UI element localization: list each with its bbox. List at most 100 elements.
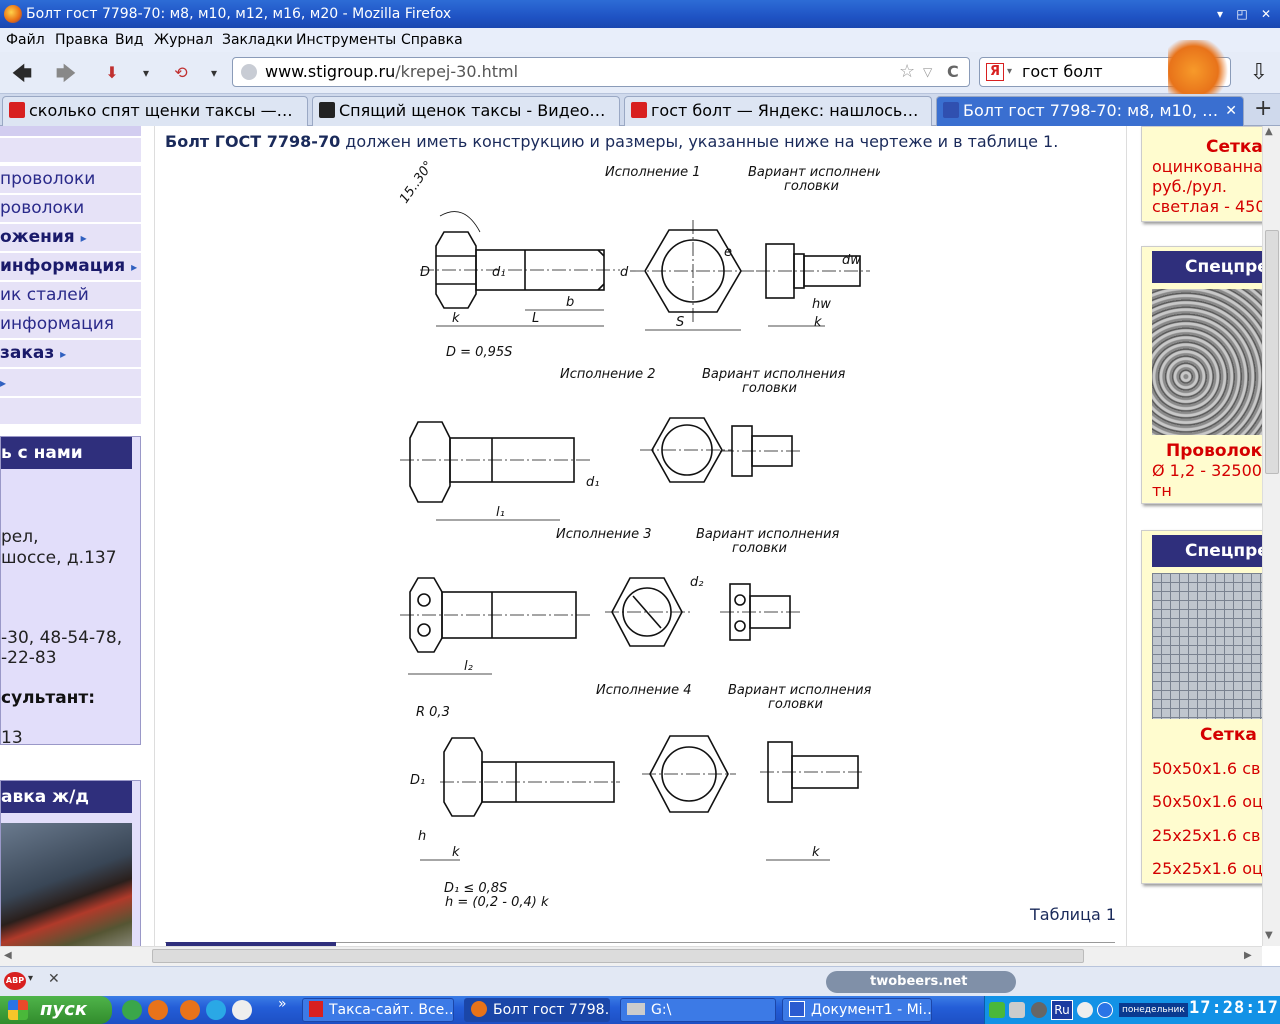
tab-puppy-video[interactable]: Спящий щенок таксы - Видео…	[312, 96, 620, 126]
skype-icon[interactable]	[206, 1000, 226, 1020]
left-nav-item-8[interactable]: ▸	[0, 369, 141, 396]
arrow-right-icon: ▸	[80, 231, 87, 245]
tray-icon-5[interactable]	[1077, 1002, 1093, 1018]
left-nav-item-6[interactable]: информация	[0, 311, 141, 338]
menu-history[interactable]: Журнал	[154, 28, 213, 52]
scroll-left-icon[interactable]: ◀	[4, 950, 12, 961]
history-dropdown-icon[interactable]: ▾	[133, 60, 159, 86]
label-formula-D1: D₁ ≤ 0,8S	[444, 881, 507, 896]
tray-icon-3[interactable]	[1031, 1002, 1047, 1018]
tray-icon-1[interactable]	[989, 1002, 1005, 1018]
label-head-variant-1b: головки	[784, 179, 839, 194]
language-indicator[interactable]: Ru	[1051, 1000, 1073, 1020]
dropdown-icon[interactable]: ▾	[201, 60, 227, 86]
label-variant-3: Исполнение 3	[556, 527, 651, 542]
search-input[interactable]: гост болт	[1022, 58, 1103, 86]
menu-tools[interactable]: Инструменты	[296, 28, 396, 52]
taskbar-item-word[interactable]: Документ1 - Mi…	[782, 998, 932, 1022]
scroll-up-icon[interactable]: ▲	[1265, 126, 1273, 137]
stop-icon[interactable]: ⬇	[99, 60, 125, 86]
firefox-quicklaunch-icon[interactable]	[148, 1000, 168, 1020]
label-head-variant-4: Вариант исполнения	[728, 683, 872, 698]
menu-view[interactable]: Вид	[115, 28, 143, 52]
promo-box-3[interactable]: Спецпре Сетка с 50x50x1.6 св 50x50x1.6 о…	[1141, 530, 1264, 884]
close-button[interactable]: ✕	[1256, 4, 1276, 24]
label-head-variant-1: Вариант исполнения	[748, 165, 880, 180]
promo-2-header: Спецпре	[1152, 251, 1263, 283]
adblock-icon[interactable]: ABP	[4, 972, 26, 990]
menu-bookmarks[interactable]: Закладки	[222, 28, 293, 52]
promo-3-title: Сетка с	[1200, 725, 1263, 745]
yandex-engine-icon[interactable]: Я	[986, 63, 1004, 81]
taskbar-item-pdf[interactable]: Такса-сайт. Все…	[302, 998, 454, 1022]
left-nav-item-2[interactable]: роволоки	[0, 195, 141, 222]
url-domain: www.stigroup.ru	[265, 62, 396, 81]
promo-box-1[interactable]: Сетка оцинкованна руб./рул. светлая - 45…	[1141, 126, 1264, 222]
adblock-dropdown-icon[interactable]: ▾	[28, 973, 33, 984]
restore-button[interactable]: ◰	[1232, 4, 1252, 24]
tab-bolt-gost[interactable]: Болт гост 7798-70: м8, м10, … ✕	[936, 96, 1244, 126]
left-nav-item-4[interactable]: информация ▸	[0, 253, 141, 280]
menu-help[interactable]: Справка	[401, 28, 463, 52]
windows-logo-icon	[8, 1000, 28, 1020]
start-button[interactable]: пуск	[0, 996, 112, 1024]
left-nav-item-3[interactable]: ожения ▸	[0, 224, 141, 251]
title-bar: Болт гост 7798-70: м8, м10, м12, м16, м2…	[0, 0, 1280, 28]
arrow-right-icon: ▸	[0, 376, 7, 390]
reload-icon[interactable]: C	[947, 58, 959, 86]
scroll-right-icon[interactable]: ▶	[1244, 950, 1252, 961]
tab-puppy-sleep[interactable]: сколько спят щенки таксы —…	[2, 96, 308, 126]
firefox-icon	[4, 5, 22, 23]
nav-label: роволоки	[0, 198, 85, 218]
contact-line-1: рел,	[1, 527, 39, 547]
locomotive-photo	[1, 823, 132, 946]
minimize-button[interactable]: ▾	[1210, 4, 1230, 24]
bolt-technical-drawing: Исполнение 1 Вариант исполнения головки …	[397, 160, 880, 896]
yandex-icon	[631, 102, 647, 118]
label-l2: l₂	[464, 659, 473, 674]
tab-yandex-search[interactable]: гост болт — Яндекс: нашлось…	[624, 96, 932, 126]
taskbar-item-firefox[interactable]: Болт гост 7798…	[464, 998, 610, 1022]
address-bar[interactable]: www.stigroup.ru/krepej-30.html ☆ ▽ C	[232, 57, 970, 87]
vertical-scroll-thumb[interactable]	[1265, 230, 1279, 474]
nav-label: ик сталей	[0, 285, 89, 305]
left-nav-item-5[interactable]: ик сталей	[0, 282, 141, 309]
quicklaunch-icon-1[interactable]	[122, 1000, 142, 1020]
menu-bar: Файл Правка Вид Журнал Закладки Инструме…	[0, 28, 1280, 52]
label-formula-h: h = (0,2 - 0,4) k	[445, 895, 549, 910]
quicklaunch-more-icon[interactable]: »	[278, 996, 287, 1012]
label-variant-2: Исполнение 2	[560, 367, 655, 382]
network-icon[interactable]	[1009, 1002, 1025, 1018]
engine-dropdown-icon[interactable]: ▾	[1007, 58, 1012, 86]
forward-icon[interactable]: 🡆	[53, 60, 79, 86]
taskbar-item-drive[interactable]: G:\	[620, 998, 776, 1022]
horizontal-scrollbar[interactable]: ◀ ▶	[0, 946, 1262, 966]
left-nav-item-1[interactable]: проволоки	[0, 166, 141, 193]
menu-file[interactable]: Файл	[6, 28, 45, 52]
download-icon[interactable]: ⇩	[1246, 60, 1272, 86]
promo-box-2[interactable]: Спецпре Проволока Ø 1,2 - 32500 тн	[1141, 246, 1264, 504]
media-player-icon[interactable]	[232, 1000, 252, 1020]
tab-label: Болт гост 7798-70: м8, м10, …	[963, 101, 1219, 120]
vertical-scrollbar[interactable]: ▲ ▼	[1262, 126, 1280, 946]
tab-close-icon[interactable]: ✕	[1225, 97, 1237, 125]
bookmark-star-icon[interactable]: ☆	[899, 58, 915, 86]
promo-3-line-2: 50x50x1.6 оц	[1152, 792, 1263, 811]
clock[interactable]: 17:28:17	[1189, 998, 1279, 1018]
firefox-quicklaunch-icon-2[interactable]	[180, 1000, 200, 1020]
url-dropdown-icon[interactable]: ▽	[923, 58, 932, 86]
menu-edit[interactable]: Правка	[55, 28, 108, 52]
close-bar-icon[interactable]: ✕	[48, 971, 60, 987]
left-nav-item-7[interactable]: заказ ▸	[0, 340, 141, 367]
intro-text: Болт ГОСТ 7798-70 должен иметь конструкц…	[165, 132, 1058, 151]
label-head-variant-3b: головки	[732, 541, 787, 556]
back-icon[interactable]: 🡄	[9, 60, 35, 86]
scroll-down-icon[interactable]: ▼	[1265, 930, 1273, 941]
new-tab-button[interactable]: +	[1254, 96, 1272, 121]
tray-icon-6[interactable]	[1097, 1002, 1113, 1018]
promo-1-line-3: светлая - 450	[1152, 197, 1264, 216]
reload-page-icon[interactable]: ⟲	[168, 60, 194, 86]
twobeers-logo: twobeers.net	[826, 971, 1016, 993]
promo-3-header: Спецпре	[1152, 535, 1263, 567]
horizontal-scroll-thumb[interactable]	[152, 949, 1084, 963]
